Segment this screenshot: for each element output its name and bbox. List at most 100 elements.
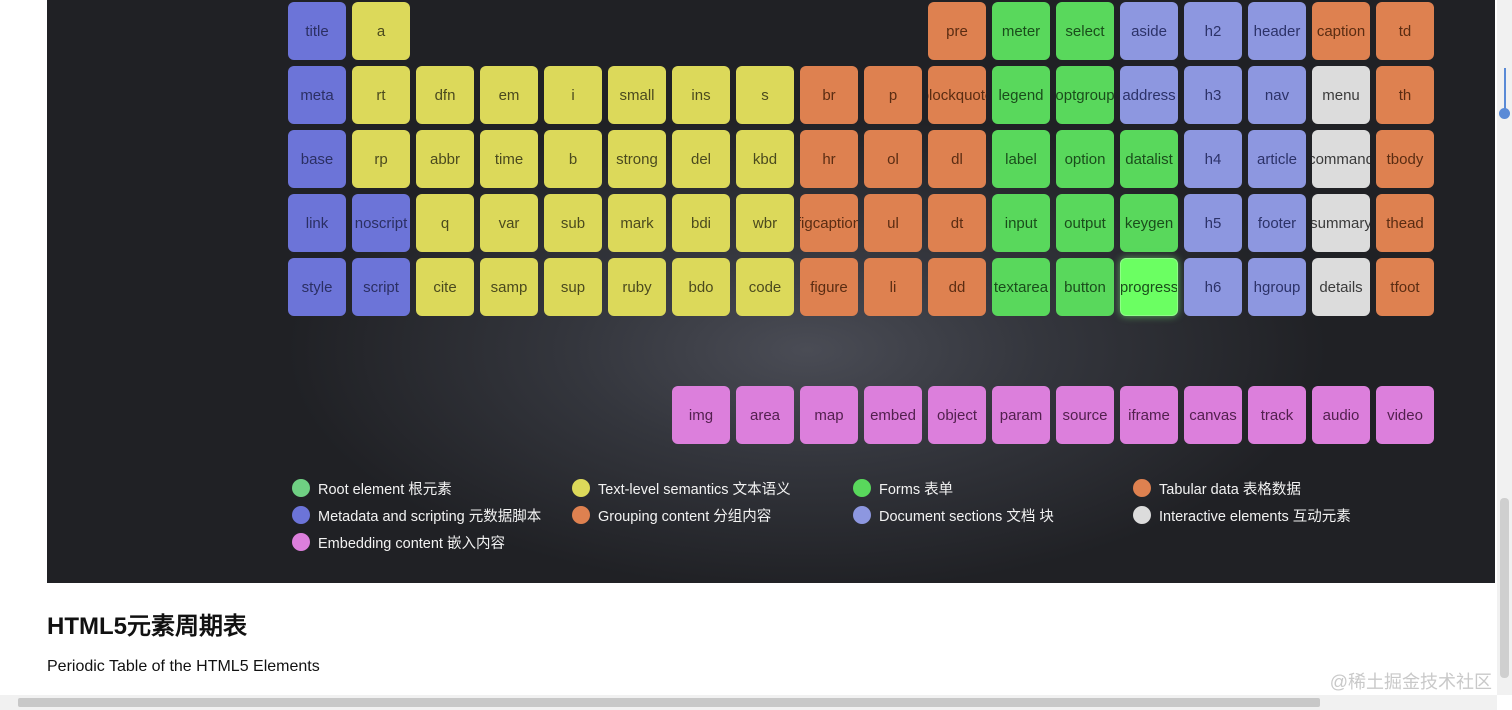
element-tile-s[interactable]: s bbox=[736, 66, 794, 124]
element-tile-td[interactable]: td bbox=[1376, 2, 1434, 60]
element-tile-em[interactable]: em bbox=[480, 66, 538, 124]
element-tile-track[interactable]: track bbox=[1248, 386, 1306, 444]
element-tile-summary[interactable]: summary bbox=[1312, 194, 1370, 252]
element-tile-select[interactable]: select bbox=[1056, 2, 1114, 60]
element-tile-canvas[interactable]: canvas bbox=[1184, 386, 1242, 444]
element-tile-strong[interactable]: strong bbox=[608, 130, 666, 188]
vertical-scrollbar-thumb[interactable] bbox=[1500, 498, 1509, 678]
element-tile-label: param bbox=[999, 406, 1043, 424]
element-tile-th[interactable]: th bbox=[1376, 66, 1434, 124]
element-tile-source[interactable]: source bbox=[1056, 386, 1114, 444]
element-tile-dfn[interactable]: dfn bbox=[416, 66, 474, 124]
element-tile-br[interactable]: br bbox=[800, 66, 858, 124]
element-tile-base[interactable]: base bbox=[288, 130, 346, 188]
element-tile-abbr[interactable]: abbr bbox=[416, 130, 474, 188]
element-tile-article[interactable]: article bbox=[1248, 130, 1306, 188]
legend-swatch-icon bbox=[853, 479, 871, 497]
element-tile-thead[interactable]: thead bbox=[1376, 194, 1434, 252]
element-tile-tbody[interactable]: tbody bbox=[1376, 130, 1434, 188]
element-tile-tfoot[interactable]: tfoot bbox=[1376, 258, 1434, 316]
element-tile-wbr[interactable]: wbr bbox=[736, 194, 794, 252]
element-tile-rp[interactable]: rp bbox=[352, 130, 410, 188]
element-tile-ruby[interactable]: ruby bbox=[608, 258, 666, 316]
element-tile-h3[interactable]: h3 bbox=[1184, 66, 1242, 124]
element-tile-h2[interactable]: h2 bbox=[1184, 2, 1242, 60]
element-tile-blockquote[interactable]: blockquote bbox=[928, 66, 986, 124]
element-tile-ul[interactable]: ul bbox=[864, 194, 922, 252]
element-tile-var[interactable]: var bbox=[480, 194, 538, 252]
element-tile-param[interactable]: param bbox=[992, 386, 1050, 444]
element-tile-progress[interactable]: progress bbox=[1120, 258, 1178, 316]
element-tile-small[interactable]: small bbox=[608, 66, 666, 124]
element-tile-h6[interactable]: h6 bbox=[1184, 258, 1242, 316]
element-tile-del[interactable]: del bbox=[672, 130, 730, 188]
element-tile-h5[interactable]: h5 bbox=[1184, 194, 1242, 252]
element-tile-noscript[interactable]: noscript bbox=[352, 194, 410, 252]
element-tile-style[interactable]: style bbox=[288, 258, 346, 316]
vertical-scrollbar[interactable] bbox=[1497, 0, 1512, 695]
element-tile-video[interactable]: video bbox=[1376, 386, 1434, 444]
element-tile-ins[interactable]: ins bbox=[672, 66, 730, 124]
element-tile-link[interactable]: link bbox=[288, 194, 346, 252]
horizontal-scrollbar[interactable] bbox=[0, 695, 1497, 710]
element-tile-dl[interactable]: dl bbox=[928, 130, 986, 188]
element-tile-code[interactable]: code bbox=[736, 258, 794, 316]
element-tile-dd[interactable]: dd bbox=[928, 258, 986, 316]
element-tile-header[interactable]: header bbox=[1248, 2, 1306, 60]
element-tile-samp[interactable]: samp bbox=[480, 258, 538, 316]
element-tile-dt[interactable]: dt bbox=[928, 194, 986, 252]
element-tile-output[interactable]: output bbox=[1056, 194, 1114, 252]
element-tile-label[interactable]: label bbox=[992, 130, 1050, 188]
element-tile-title[interactable]: title bbox=[288, 2, 346, 60]
element-tile-nav[interactable]: nav bbox=[1248, 66, 1306, 124]
element-tile-time[interactable]: time bbox=[480, 130, 538, 188]
element-tile-figure[interactable]: figure bbox=[800, 258, 858, 316]
element-tile-sup[interactable]: sup bbox=[544, 258, 602, 316]
element-tile-a[interactable]: a bbox=[352, 2, 410, 60]
element-tile-object[interactable]: object bbox=[928, 386, 986, 444]
element-tile-hr[interactable]: hr bbox=[800, 130, 858, 188]
element-tile-audio[interactable]: audio bbox=[1312, 386, 1370, 444]
element-tile-option[interactable]: option bbox=[1056, 130, 1114, 188]
element-tile-ol[interactable]: ol bbox=[864, 130, 922, 188]
element-tile-button[interactable]: button bbox=[1056, 258, 1114, 316]
element-tile-command[interactable]: command bbox=[1312, 130, 1370, 188]
element-tile-i[interactable]: i bbox=[544, 66, 602, 124]
element-tile-q[interactable]: q bbox=[416, 194, 474, 252]
element-tile-meta[interactable]: meta bbox=[288, 66, 346, 124]
element-tile-script[interactable]: script bbox=[352, 258, 410, 316]
element-tile-caption[interactable]: caption bbox=[1312, 2, 1370, 60]
element-tile-figcaption[interactable]: figcaption bbox=[800, 194, 858, 252]
element-tile-cite[interactable]: cite bbox=[416, 258, 474, 316]
element-tile-bdo[interactable]: bdo bbox=[672, 258, 730, 316]
element-tile-pre[interactable]: pre bbox=[928, 2, 986, 60]
horizontal-scrollbar-thumb[interactable] bbox=[18, 698, 1320, 707]
element-tile-address[interactable]: address bbox=[1120, 66, 1178, 124]
element-tile-meter[interactable]: meter bbox=[992, 2, 1050, 60]
element-tile-bdi[interactable]: bdi bbox=[672, 194, 730, 252]
element-tile-input[interactable]: input bbox=[992, 194, 1050, 252]
element-tile-b[interactable]: b bbox=[544, 130, 602, 188]
element-tile-optgroup[interactable]: optgroup bbox=[1056, 66, 1114, 124]
element-tile-kbd[interactable]: kbd bbox=[736, 130, 794, 188]
element-tile-details[interactable]: details bbox=[1312, 258, 1370, 316]
element-tile-datalist[interactable]: datalist bbox=[1120, 130, 1178, 188]
element-tile-aside[interactable]: aside bbox=[1120, 2, 1178, 60]
element-tile-embed[interactable]: embed bbox=[864, 386, 922, 444]
element-tile-keygen[interactable]: keygen bbox=[1120, 194, 1178, 252]
element-tile-img[interactable]: img bbox=[672, 386, 730, 444]
element-tile-hgroup[interactable]: hgroup bbox=[1248, 258, 1306, 316]
element-tile-menu[interactable]: menu bbox=[1312, 66, 1370, 124]
element-tile-textarea[interactable]: textarea bbox=[992, 258, 1050, 316]
element-tile-li[interactable]: li bbox=[864, 258, 922, 316]
element-tile-area[interactable]: area bbox=[736, 386, 794, 444]
element-tile-legend[interactable]: legend bbox=[992, 66, 1050, 124]
element-tile-mark[interactable]: mark bbox=[608, 194, 666, 252]
element-tile-footer[interactable]: footer bbox=[1248, 194, 1306, 252]
element-tile-rt[interactable]: rt bbox=[352, 66, 410, 124]
element-tile-h4[interactable]: h4 bbox=[1184, 130, 1242, 188]
element-tile-p[interactable]: p bbox=[864, 66, 922, 124]
element-tile-sub[interactable]: sub bbox=[544, 194, 602, 252]
element-tile-iframe[interactable]: iframe bbox=[1120, 386, 1178, 444]
element-tile-map[interactable]: map bbox=[800, 386, 858, 444]
